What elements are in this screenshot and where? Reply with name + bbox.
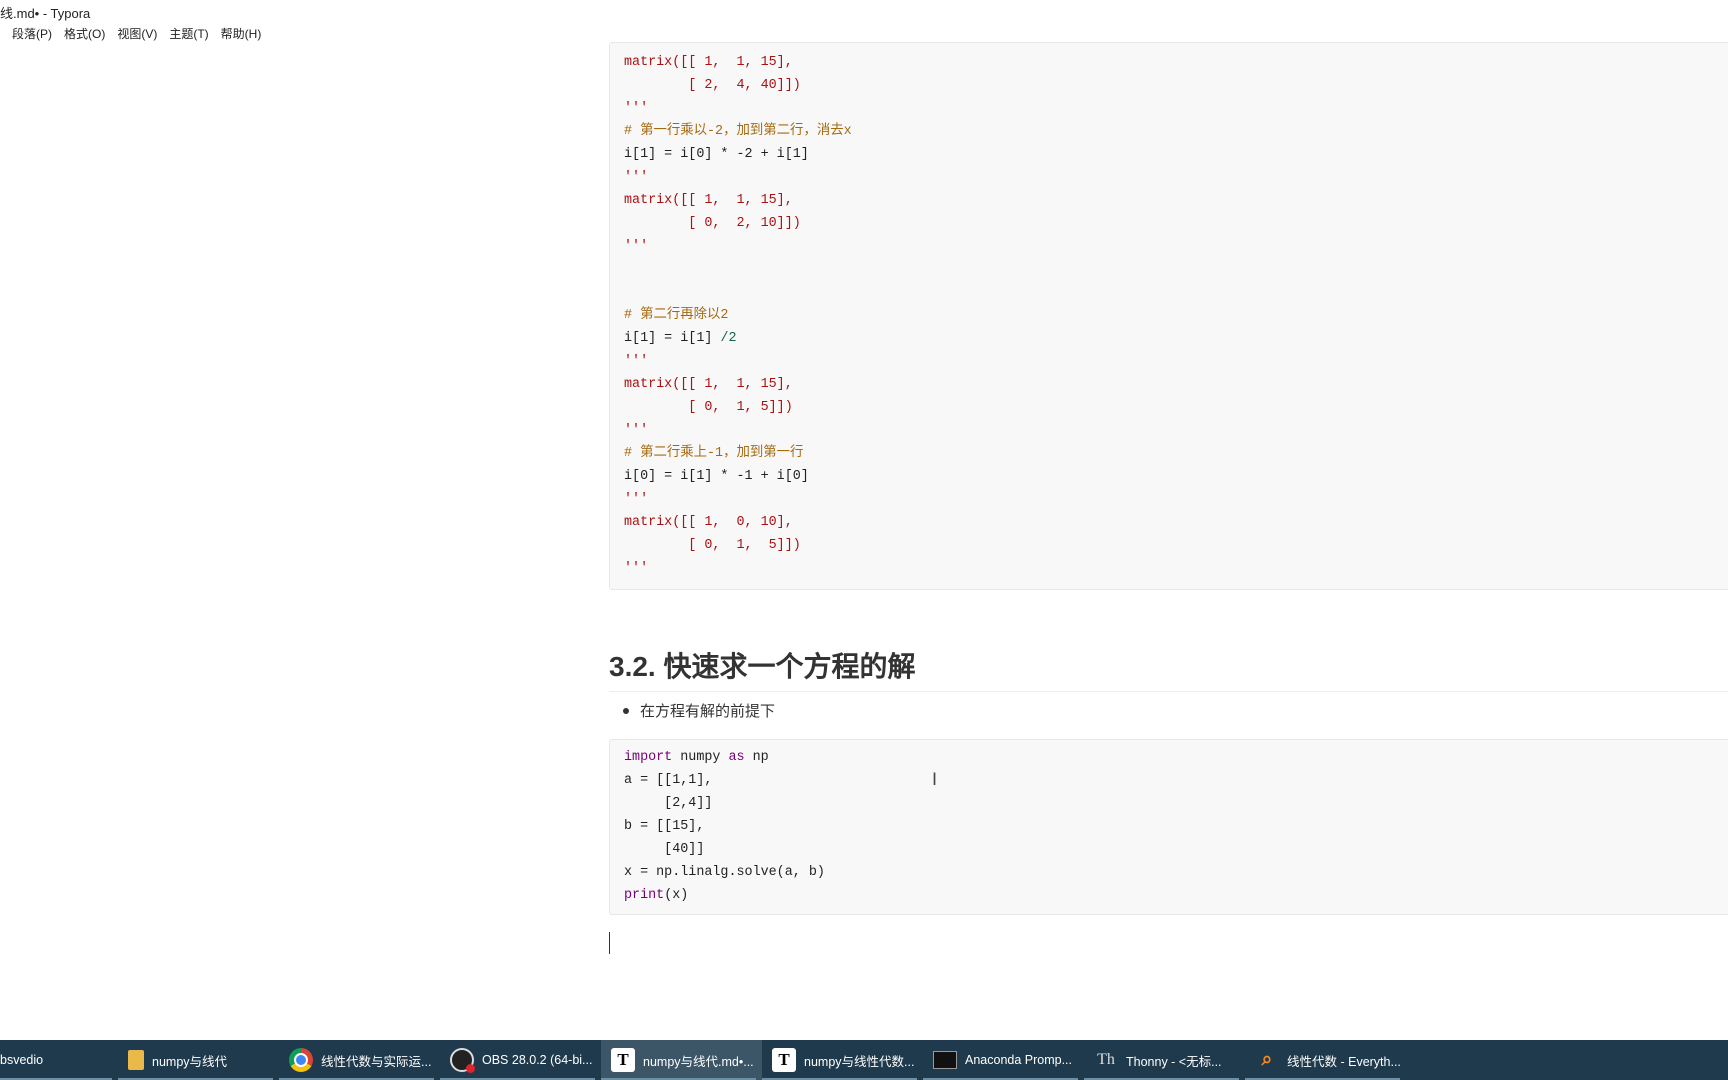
menu-format[interactable]: 格式(O) [58,22,111,44]
code-block-elimination[interactable]: matrix([[ 1, 1, 15], [ 2, 4, 40]]) ''' # 第… [609,42,1728,590]
taskbar-item[interactable]: OBS 28.0.2 (64-bi... [440,1040,601,1080]
taskbar-item-label: numpy与线代 [152,1054,228,1069]
code-line: [ 2, 4, 40]]) [624,78,801,93]
taskbar-item[interactable]: 线性代数与实际运... [279,1040,440,1080]
taskbar-item-label: numpy与线代.md•... [643,1054,754,1069]
code-line: ''' [624,354,649,369]
code-line: matrix([[ 1, 1, 15], [624,377,793,392]
code-line: print(x) [624,888,689,903]
thonny-icon: Th [1097,1051,1115,1068]
menu-help[interactable]: 帮助(H) [215,22,268,44]
code-line: x = np.linalg.solve(a, b) [624,865,825,880]
taskbar-item[interactable]: ⌕ 线性代数 - Everyth... [1245,1040,1406,1080]
code-line: i[1] = i[1] /2 [624,331,737,346]
taskbar-item[interactable]: bsvedio [0,1040,118,1080]
typora-icon: T [772,1048,796,1072]
code-line: # 第二行再除以2 [624,308,729,323]
taskbar-item[interactable]: Tnumpy与线性代数... [762,1040,923,1080]
taskbar-item-label: 线性代数 - Everyth... [1287,1054,1401,1069]
code-line: ''' [624,239,649,254]
taskbar-item-label: numpy与线性代数... [804,1054,915,1069]
bullet-text: 在方程有解的前提下 [640,703,776,720]
mouse-ibeam-cursor: I [932,770,938,790]
code-line: i[1] = i[0] * -2 + i[1] [624,147,809,162]
window-title: 线.md• - Typora [0,6,91,21]
taskbar-item[interactable]: Anaconda Promp... [923,1040,1084,1080]
bullet-dot [623,708,629,715]
code-line: ''' [624,101,649,116]
taskbar: bsvedio numpy与线代 线性代数与实际运... OBS 28.0.2 (64… [0,1040,1728,1080]
taskbar-item[interactable]: numpy与线代 [118,1040,279,1080]
menu-view[interactable]: 视图(V) [111,22,163,44]
code-line: matrix([[ 1, 0, 10], [624,515,793,530]
menu-bar: 段落(P) 格式(O) 视图(V) 主题(T) 帮助(H) [0,22,1728,44]
taskbar-item[interactable]: Tnumpy与线代.md•... [601,1040,762,1080]
menu-paragraph[interactable]: 段落(P) [6,22,58,44]
taskbar-item-label: Anaconda Promp... [965,1053,1073,1067]
code-line: [40]] [624,842,705,857]
code-line: matrix([[ 1, 1, 15], [624,55,793,70]
code-line: ''' [624,561,649,576]
code-line: ''' [624,170,649,185]
code-line: ''' [624,492,649,507]
code-line: # 第一行乘以-2，加到第二行，消去x [624,124,852,139]
code-line: b = [[15], [624,819,705,834]
taskbar-item[interactable]: Th Thonny - <无标... [1084,1040,1245,1080]
code-line: [ 0, 1, 5]]) [624,400,793,415]
code-line: [ 0, 2, 10]]) [624,216,801,231]
list-item: 在方程有解的前提下 [623,700,775,721]
menu-theme[interactable]: 主题(T) [163,22,214,44]
code-line: [ 0, 1, 5]]) [624,538,801,553]
folder-icon [128,1050,144,1070]
taskbar-item-label: OBS 28.0.2 (64-bi... [482,1053,593,1067]
typora-icon: T [611,1048,635,1072]
title-bar: 线.md• - Typora [0,0,1728,22]
section-heading: 3.2. 快速求一个方程的解 [609,645,1728,692]
code-line: ''' [624,423,649,438]
code-block-solve[interactable]: import numpy as np a = [[1,1], [2,4]] b = … [609,739,1728,915]
code-line: matrix([[ 1, 1, 15], [624,193,793,208]
obs-icon [450,1048,475,1073]
taskbar-item-label: 线性代数与实际运... [321,1054,432,1069]
code-line: a = [[1,1], [624,773,713,788]
taskbar-item-label: Thonny - <无标... [1126,1054,1222,1069]
code-line: # 第二行乘上-1，加到第一行 [624,446,804,461]
code-line: import numpy as np [624,750,769,765]
terminal-icon [933,1051,957,1069]
chrome-icon [289,1048,313,1072]
taskbar-item-label: bsvedio [0,1053,44,1067]
code-line: [2,4]] [624,796,713,811]
text-caret [609,932,610,954]
search-icon: ⌕ [1261,1049,1273,1070]
code-line: i[0] = i[1] * -1 + i[0] [624,469,809,484]
